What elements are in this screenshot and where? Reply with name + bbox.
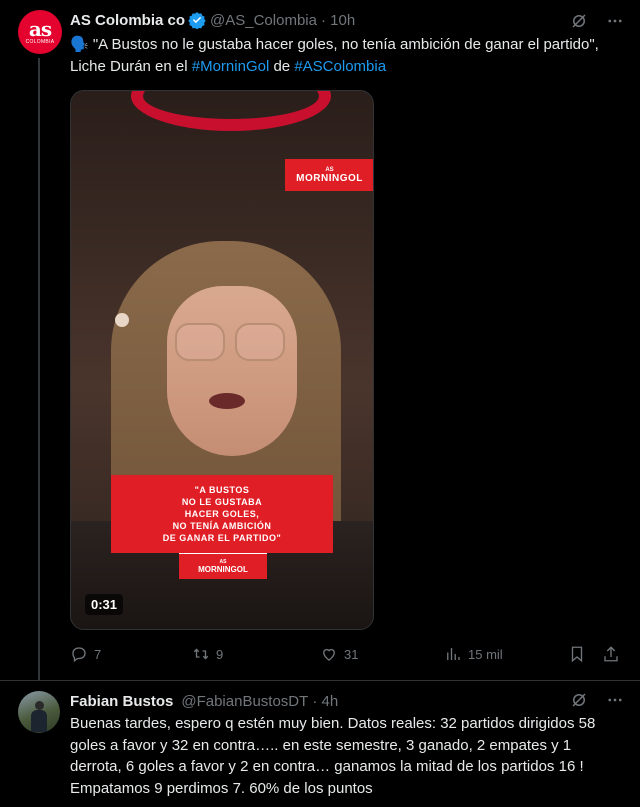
avatar-logo-sub: COLOMBIA bbox=[25, 38, 55, 45]
views-icon bbox=[447, 648, 460, 660]
tweet-top-actions bbox=[570, 691, 624, 709]
glasses-right bbox=[235, 323, 285, 361]
grok-icon[interactable] bbox=[570, 12, 588, 30]
hashtag-ascolombia[interactable]: #ASColombia bbox=[294, 58, 386, 75]
reply-count: 7 bbox=[94, 646, 102, 662]
tweet-text: Buenas tardes, espero q estén muy bien. … bbox=[70, 715, 596, 797]
tweet-actions: 7 9 31 15 mil bbox=[70, 645, 622, 667]
views-button[interactable]: 15 mil bbox=[444, 645, 503, 663]
avatar-logo-text: as bbox=[28, 16, 52, 41]
like-button[interactable]: 31 bbox=[320, 645, 358, 663]
display-name[interactable]: AS Colombia co bbox=[70, 12, 185, 29]
handle[interactable]: @AS_Colombia bbox=[210, 12, 317, 29]
retweet-button[interactable]: 9 bbox=[192, 645, 223, 663]
retweet-icon bbox=[193, 648, 209, 660]
more-icon[interactable] bbox=[606, 12, 624, 30]
display-name[interactable]: Fabian Bustos bbox=[70, 693, 173, 710]
avatar-figure-head bbox=[35, 701, 44, 710]
bookmark-button[interactable] bbox=[568, 645, 586, 663]
grok-icon[interactable] bbox=[570, 691, 588, 709]
tweet-text: 🗣️ "A Bustos no le gustaba hacer goles, … bbox=[70, 34, 622, 78]
share-button[interactable] bbox=[602, 645, 620, 663]
tweet-fabian-bustos[interactable]: Fabian Bustos @FabianBustosDT · 4h Buena… bbox=[0, 680, 640, 807]
morningol-badge: AS MORNINGOL bbox=[285, 159, 373, 191]
quote-logo-text: MORNINGOL bbox=[198, 565, 248, 574]
avatar-figure-body bbox=[31, 710, 47, 732]
badge-morningol-text: MORNINGOL bbox=[296, 172, 363, 184]
avatar[interactable]: as COLOMBIA bbox=[18, 10, 62, 54]
quote-logo: AS MORNINGOL bbox=[179, 553, 267, 579]
tweet-header: Fabian Bustos @FabianBustosDT · 4h bbox=[70, 691, 338, 711]
hashtag-morningol[interactable]: #MorninGol bbox=[192, 58, 270, 75]
verified-badge-icon bbox=[188, 12, 206, 29]
handle[interactable]: @FabianBustosDT bbox=[181, 693, 308, 710]
video-person-mouth bbox=[209, 393, 245, 409]
video-player[interactable]: AS MORNINGOL "A BUSTOS NO LE GUSTABA HAC… bbox=[70, 90, 374, 630]
background-logo-shape bbox=[131, 91, 331, 131]
video-person-face bbox=[167, 286, 297, 456]
views-count: 15 mil bbox=[468, 646, 503, 662]
tweet-header: AS Colombia co @AS_Colombia · 10h bbox=[70, 10, 355, 30]
more-icon[interactable] bbox=[606, 691, 624, 709]
timestamp[interactable]: · 10h bbox=[321, 12, 355, 29]
quote-caption: "A BUSTOS NO LE GUSTABA HACER GOLES, NO … bbox=[111, 475, 333, 553]
glasses-left bbox=[175, 323, 225, 361]
thread-line bbox=[38, 58, 40, 680]
like-icon bbox=[323, 648, 335, 661]
reply-button[interactable]: 7 bbox=[70, 645, 101, 663]
tweet-text-mid: de bbox=[269, 58, 295, 75]
reply-icon bbox=[72, 647, 86, 663]
retweet-count: 9 bbox=[216, 646, 224, 662]
tweet-top-actions bbox=[570, 12, 624, 30]
like-count: 31 bbox=[344, 646, 359, 662]
timestamp[interactable]: · 4h bbox=[312, 693, 338, 710]
quote-caption-text: "A BUSTOS NO LE GUSTABA HACER GOLES, NO … bbox=[162, 485, 282, 543]
bookmark-icon bbox=[571, 646, 583, 663]
share-icon bbox=[604, 646, 618, 662]
microphone bbox=[115, 313, 129, 327]
avatar[interactable] bbox=[18, 691, 60, 733]
video-duration: 0:31 bbox=[85, 594, 124, 615]
tweet-as-colombia[interactable]: as COLOMBIA AS Colombia co @AS_Colombia … bbox=[0, 0, 640, 680]
